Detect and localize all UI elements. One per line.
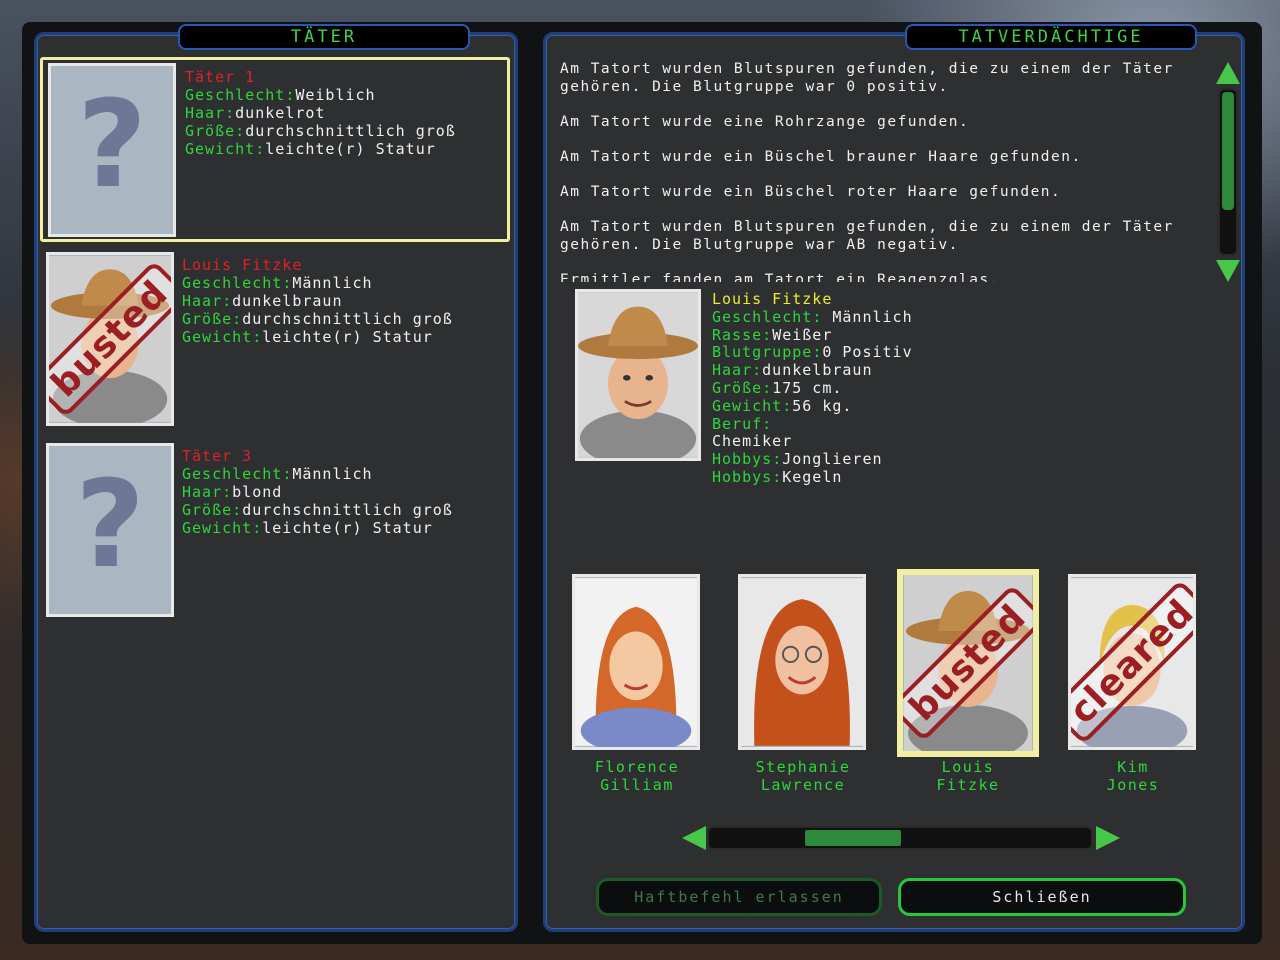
suspect-card-louis[interactable]: busted Louis Fitzke bbox=[897, 569, 1039, 794]
suspect-last-name: Gilliam bbox=[600, 776, 674, 794]
field-value: dunkelrot bbox=[235, 104, 326, 122]
field-value: blond bbox=[232, 483, 283, 501]
field-value: leichte(r) Statur bbox=[265, 140, 436, 158]
perpetrator-title: Täter 3 bbox=[182, 447, 253, 465]
evidence-item: Am Tatort wurde ein Büschel roter Haare … bbox=[560, 184, 1062, 200]
close-button[interactable]: Schließen bbox=[898, 878, 1186, 916]
field-value: durchschnittlich groß bbox=[242, 310, 453, 328]
field-label: Größe bbox=[185, 122, 236, 140]
field-label: Geschlecht bbox=[185, 86, 286, 104]
field-value: 56 kg. bbox=[792, 396, 853, 415]
suspect-name: Louis Fitzke bbox=[893, 758, 1043, 794]
suspect-first-name: Florence bbox=[594, 758, 680, 776]
suspect-last-name: Lawrence bbox=[760, 776, 846, 794]
field-value: Kegeln bbox=[782, 467, 843, 486]
field-label: Haar bbox=[182, 483, 223, 501]
field-label: Hobbys bbox=[712, 450, 773, 469]
suspect-portrait: busted bbox=[897, 569, 1039, 757]
field-label: Gewicht bbox=[712, 396, 783, 415]
field-label: Blutgruppe bbox=[712, 343, 813, 362]
field-label: Gewicht bbox=[185, 140, 256, 158]
unknown-portrait-icon: ? bbox=[48, 63, 176, 237]
field-label: Geschlecht bbox=[182, 465, 283, 483]
perpetrator-title: Täter 1 bbox=[185, 68, 256, 86]
suspect-last-name: Jones bbox=[1106, 776, 1160, 794]
suspect-portrait: cleared bbox=[1068, 574, 1196, 750]
field-label: Haar bbox=[185, 104, 226, 122]
field-value: Weißer bbox=[772, 325, 833, 344]
field-label: Gewicht bbox=[182, 328, 253, 346]
evidence-item: Am Tatort wurde ein Büschel brauner Haar… bbox=[560, 149, 1082, 165]
scroll-left-arrow-icon[interactable] bbox=[682, 826, 706, 850]
detail-portrait bbox=[575, 289, 701, 461]
field-label: Haar bbox=[712, 361, 753, 380]
field-label: Haar bbox=[182, 292, 223, 310]
field-value: Männlich bbox=[292, 274, 373, 292]
tab-suspects: TATVERDÄCHTIGE bbox=[905, 24, 1197, 50]
perpetrator-title: Louis Fitzke bbox=[182, 256, 303, 274]
suspect-card-stephanie[interactable]: Stephanie Lawrence bbox=[738, 574, 868, 794]
scroll-right-arrow-icon[interactable] bbox=[1096, 826, 1120, 850]
field-label: Geschlecht bbox=[712, 307, 813, 326]
field-value: dunkelbraun bbox=[232, 292, 343, 310]
field-value: Jonglieren bbox=[782, 450, 883, 469]
horizontal-scroll-thumb[interactable] bbox=[805, 830, 901, 846]
vertical-scrollbar[interactable] bbox=[1218, 88, 1238, 256]
tab-perpetrators: TÄTER bbox=[178, 24, 470, 50]
field-value: leichte(r) Statur bbox=[262, 519, 433, 537]
suspect-first-name: Kim bbox=[1117, 758, 1149, 776]
evidence-item: Am Tatort wurde eine Rohrzange gefunden. bbox=[560, 114, 970, 130]
suspect-portrait bbox=[738, 574, 866, 750]
perpetrator-info: Täter 3 Geschlecht:Männlich Haar:blond G… bbox=[182, 447, 453, 537]
suspect-first-name: Louis bbox=[941, 758, 995, 776]
suspect-card-florence[interactable]: Florence Gilliam bbox=[572, 574, 702, 794]
suspect-first-name: Stephanie bbox=[755, 758, 851, 776]
perpetrator-info: Täter 1 Geschlecht:Weiblich Haar:dunkelr… bbox=[185, 68, 456, 158]
field-value: Weiblich bbox=[295, 86, 376, 104]
field-label: Geschlecht bbox=[182, 274, 283, 292]
suspect-name: Florence Gilliam bbox=[562, 758, 712, 794]
field-value: leichte(r) Statur bbox=[262, 328, 433, 346]
field-value: Männlich bbox=[292, 465, 373, 483]
field-label: Größe bbox=[712, 378, 763, 397]
redhead-girl-face-icon bbox=[575, 578, 697, 747]
vertical-scroll-thumb[interactable] bbox=[1222, 92, 1234, 210]
perpetrator-card-2[interactable]: busted Louis Fitzke Geschlecht:Männlich … bbox=[40, 248, 510, 433]
evidence-item: Am Tatort wurden Blutspuren gefunden, di… bbox=[560, 219, 1174, 253]
field-value: dunkelbraun bbox=[762, 361, 873, 380]
field-value: 0 Positiv bbox=[822, 343, 913, 362]
perpetrator-card-3[interactable]: ? Täter 3 Geschlecht:Männlich Haar:blond… bbox=[40, 439, 510, 624]
field-value: durchschnittlich groß bbox=[242, 501, 453, 519]
evidence-item: Ermittler fanden am Tatort ein Reagenzgl… bbox=[560, 272, 1000, 282]
unknown-portrait-icon: ? bbox=[46, 443, 174, 617]
field-label: Größe bbox=[182, 310, 233, 328]
suspect-detail-info: Louis Fitzke Geschlecht: Männlich Rasse:… bbox=[712, 290, 913, 486]
field-label: Hobbys bbox=[712, 467, 773, 486]
suspect-portrait bbox=[572, 574, 700, 750]
perpetrator-info: Louis Fitzke Geschlecht:Männlich Haar:du… bbox=[182, 256, 453, 346]
field-label: Beruf bbox=[712, 414, 763, 433]
field-label: Gewicht bbox=[182, 519, 253, 537]
field-label: Größe bbox=[182, 501, 233, 519]
horizontal-scrollbar[interactable] bbox=[707, 826, 1093, 850]
cowboy-face-icon bbox=[578, 293, 698, 458]
redhead-glasses-face-icon bbox=[741, 578, 863, 746]
field-value: 175 cm. bbox=[772, 378, 843, 397]
scroll-down-arrow-icon[interactable] bbox=[1216, 260, 1240, 282]
evidence-list: Am Tatort wurden Blutspuren gefunden, di… bbox=[560, 60, 1200, 282]
suspect-name: Stephanie Lawrence bbox=[728, 758, 878, 794]
cowboy-portrait: busted bbox=[46, 252, 174, 426]
evidence-item: Am Tatort wurden Blutspuren gefunden, di… bbox=[560, 61, 1174, 95]
issue-warrant-button[interactable]: Haftbefehl erlassen bbox=[596, 878, 882, 916]
field-label: Rasse bbox=[712, 325, 763, 344]
suspect-last-name: Fitzke bbox=[936, 776, 1000, 794]
suspect-card-kim[interactable]: cleared Kim Jones bbox=[1068, 574, 1198, 794]
field-value: Männlich bbox=[822, 307, 913, 326]
suspect-name: Kim Jones bbox=[1058, 758, 1208, 794]
suspect-detail-name: Louis Fitzke bbox=[712, 290, 833, 308]
scroll-up-arrow-icon[interactable] bbox=[1216, 62, 1240, 84]
perpetrator-card-1[interactable]: ? Täter 1 Geschlecht:Weiblich Haar:dunke… bbox=[40, 57, 510, 242]
field-value: durchschnittlich groß bbox=[245, 122, 456, 140]
occupation-value: Chemiker bbox=[712, 432, 793, 451]
